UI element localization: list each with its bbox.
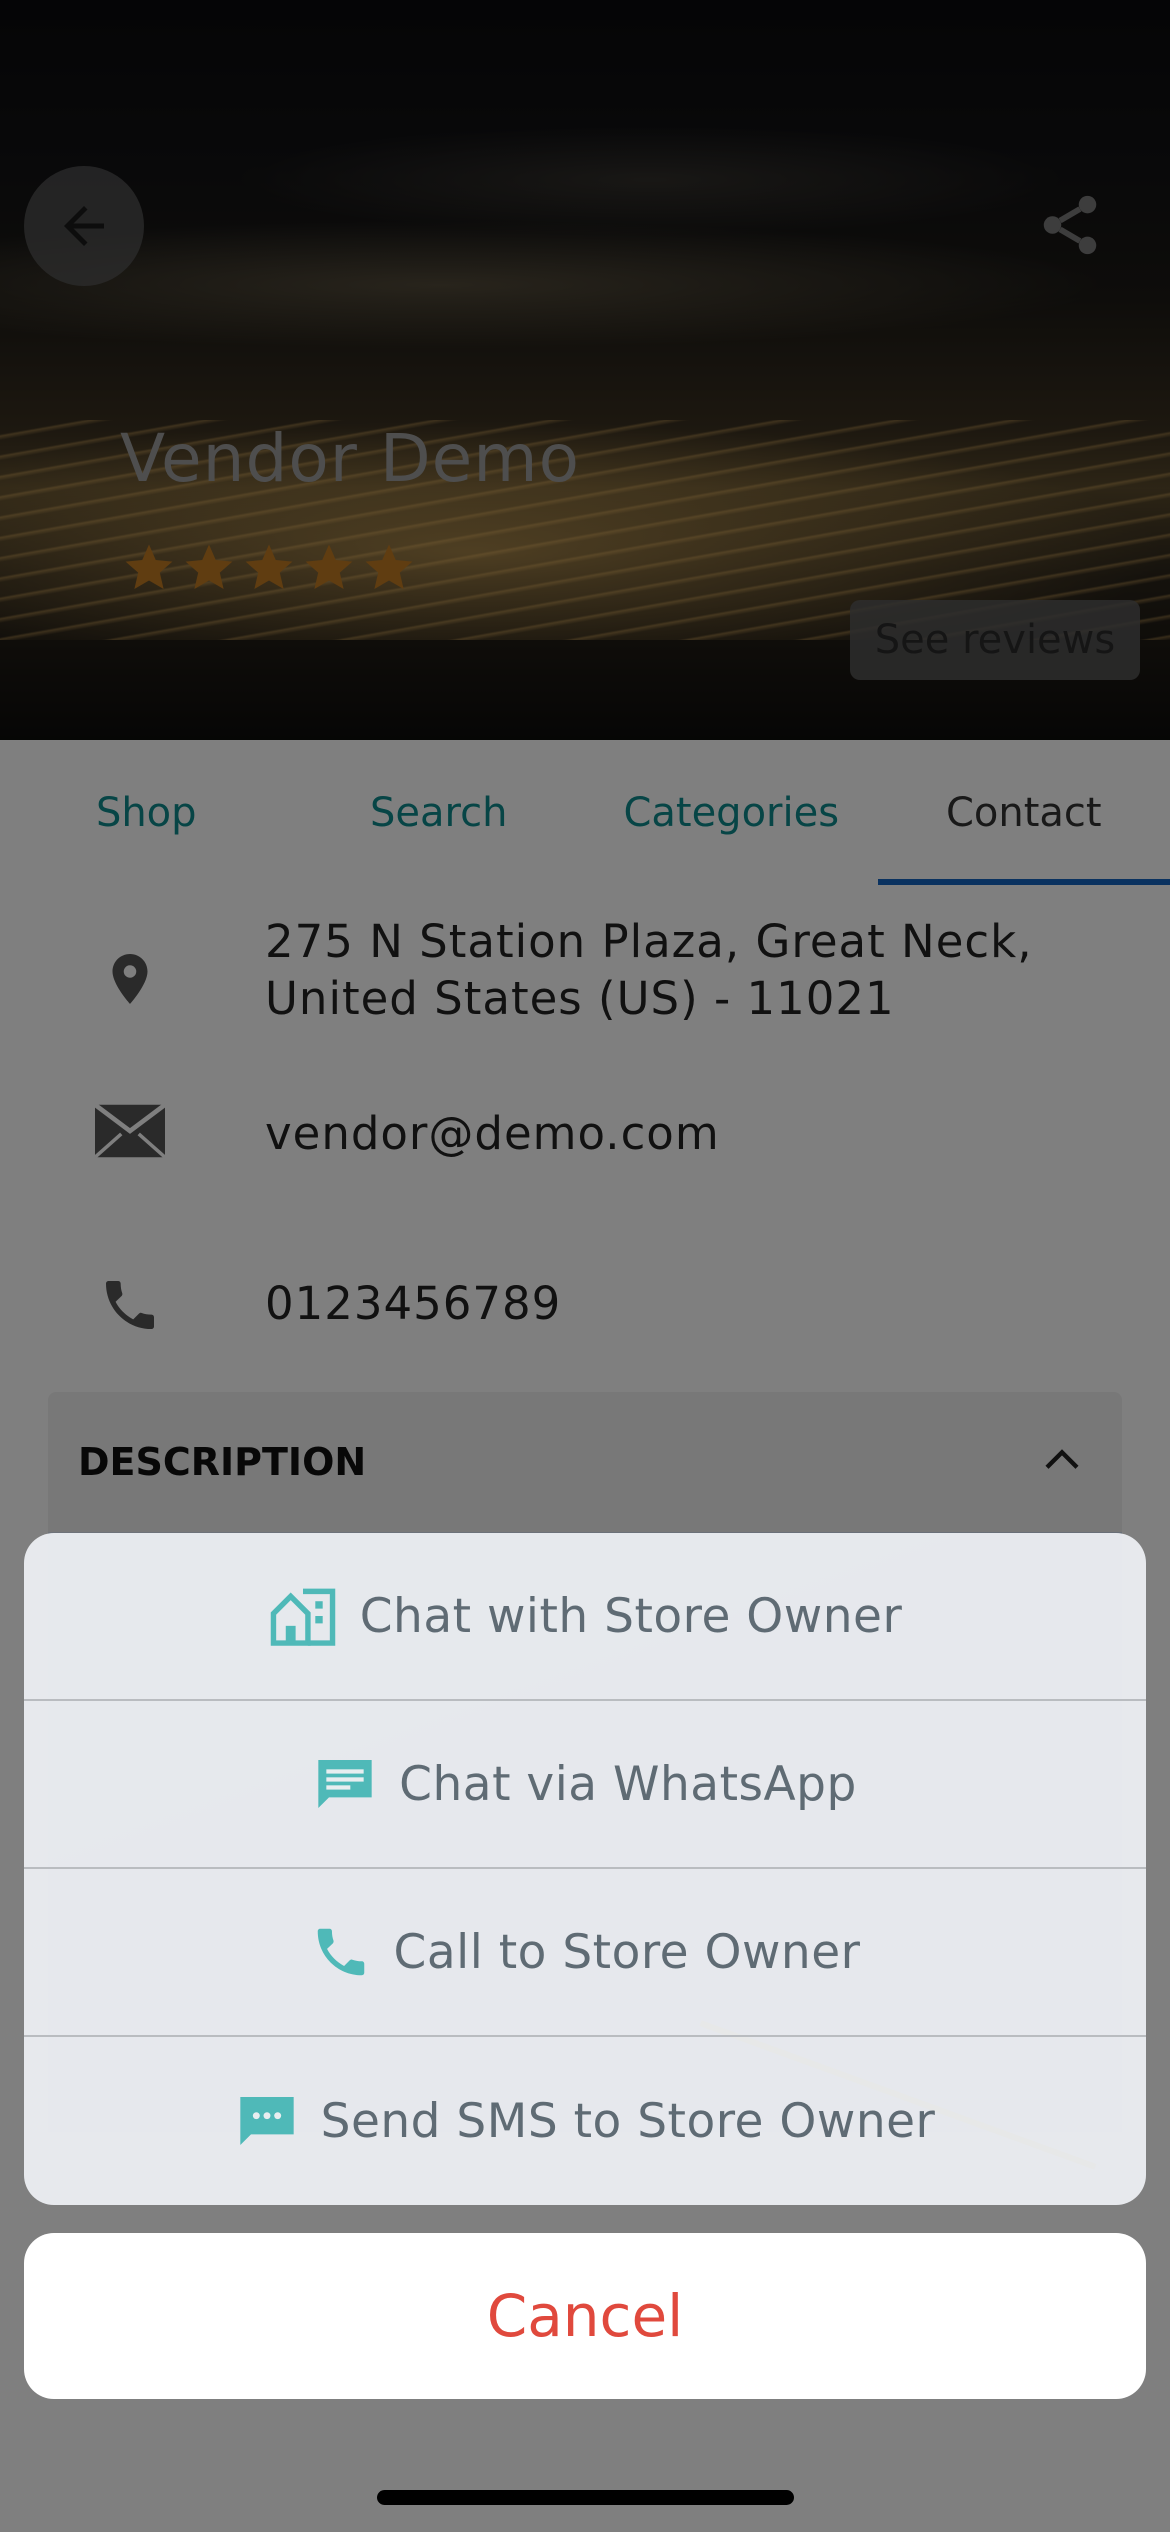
option-label: Chat with Store Owner <box>359 1588 903 1644</box>
cancel-button[interactable]: Cancel <box>24 2233 1146 2399</box>
home-indicator <box>377 2490 794 2505</box>
message-icon <box>318 1760 372 1808</box>
store-chat-icon <box>270 1588 335 1646</box>
option-label: Call to Store Owner <box>393 1924 861 1980</box>
sms-icon <box>239 2097 294 2145</box>
contact-action-sheet: Chat with Store Owner Chat via WhatsApp … <box>24 1533 1146 2205</box>
chat-with-store-owner-option[interactable]: Chat with Store Owner <box>24 1533 1146 1701</box>
call-store-owner-option[interactable]: Call to Store Owner <box>24 1869 1146 2037</box>
option-label: Send SMS to Store Owner <box>320 2093 936 2149</box>
chat-via-whatsapp-option[interactable]: Chat via WhatsApp <box>24 1701 1146 1869</box>
phone-icon <box>317 1928 364 1976</box>
option-label: Chat via WhatsApp <box>399 1756 857 1812</box>
send-sms-option[interactable]: Send SMS to Store Owner <box>24 2037 1146 2205</box>
